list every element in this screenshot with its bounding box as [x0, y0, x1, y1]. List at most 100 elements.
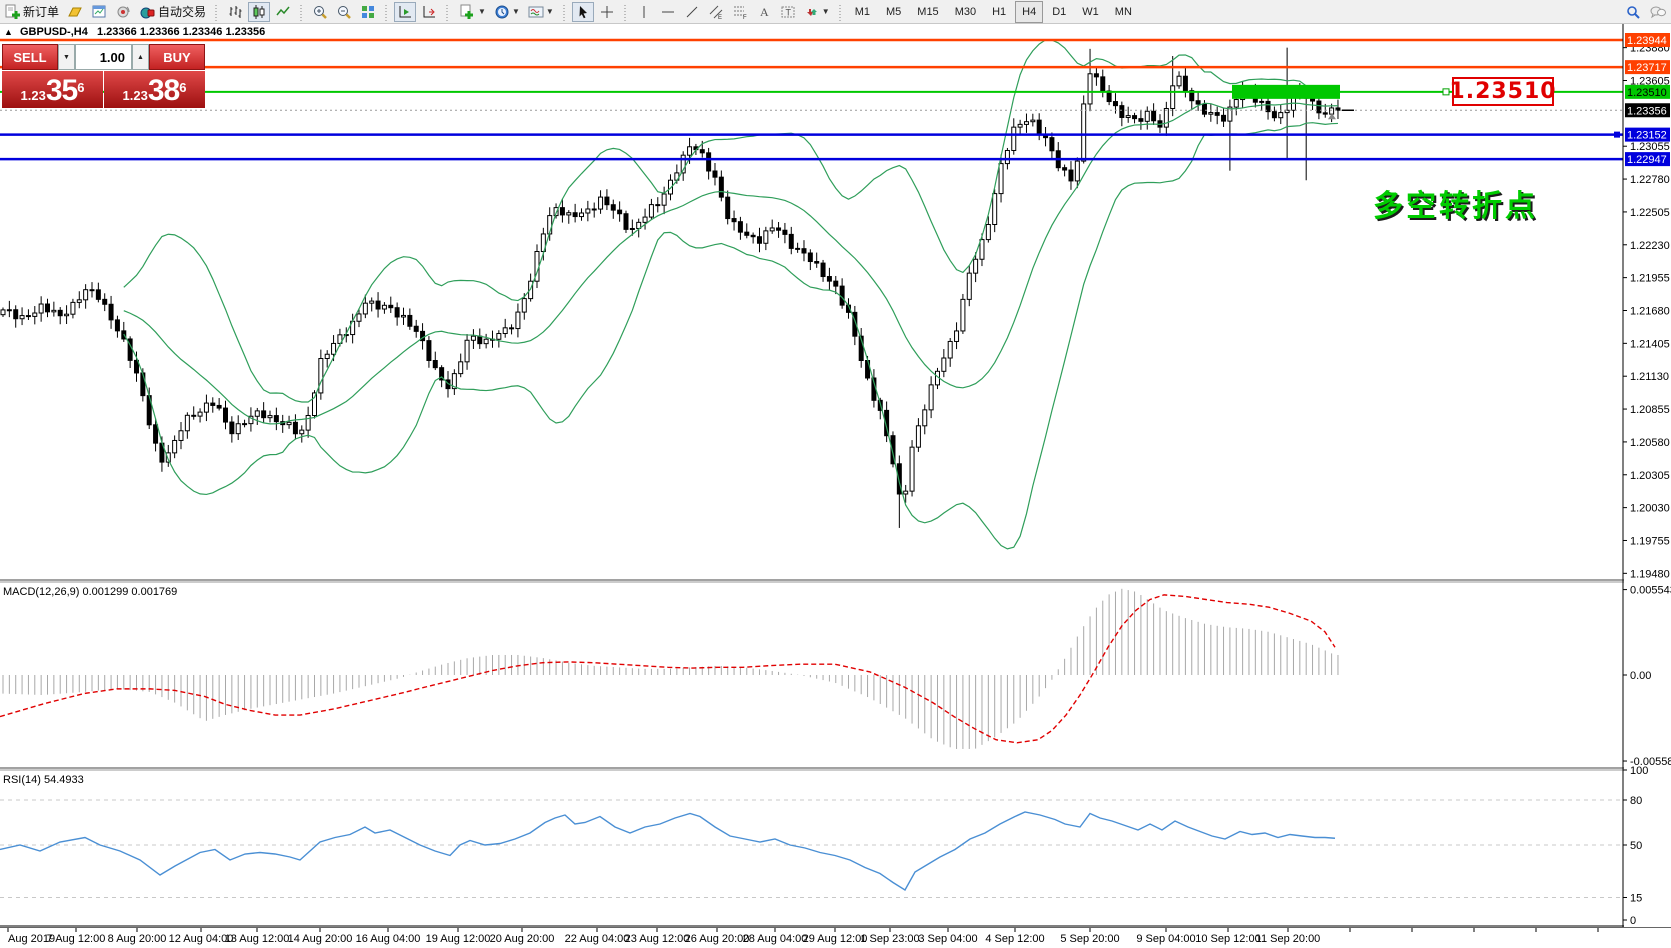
- chat-icon: [1649, 4, 1667, 20]
- time-tick-label: 7 Aug 12:00: [47, 933, 106, 945]
- time-tick-label: 10 Sep 12:00: [1195, 933, 1260, 945]
- buy-price-small: 1.23: [123, 86, 148, 106]
- crosshair-tool-button[interactable]: [596, 2, 618, 22]
- collapse-panel-arrow-icon[interactable]: ▲: [4, 27, 13, 37]
- line-chart-button[interactable]: [272, 2, 294, 22]
- time-tick-label: 5 Sep 20:00: [1060, 933, 1119, 945]
- price-tick-label: 1.19755: [1630, 535, 1670, 547]
- timeframe-button-m15[interactable]: M15: [910, 1, 945, 23]
- price-tick-label: 1.21680: [1630, 305, 1670, 317]
- timeframe-button-h4[interactable]: H4: [1015, 1, 1043, 23]
- price-tick-label: 1.19480: [1630, 568, 1670, 580]
- buy-price-display[interactable]: 1.23 38 6: [104, 71, 205, 108]
- cursor-tool-button[interactable]: [572, 2, 594, 22]
- toolbar-group-handle[interactable]: [837, 3, 844, 21]
- sell-price-small: 1.23: [21, 86, 46, 106]
- price-tick-label: 1.23055: [1630, 141, 1670, 153]
- new-order-label: 新订单: [23, 3, 59, 20]
- chart-shift-button[interactable]: [418, 2, 440, 22]
- text-label-tool-button[interactable]: T: [777, 2, 799, 22]
- volume-increase-button[interactable]: ▲: [132, 44, 149, 70]
- candlestick-chart-button[interactable]: [248, 2, 270, 22]
- toolbar-group-handle[interactable]: [561, 3, 568, 21]
- trendline-icon: [684, 4, 700, 20]
- price-badge-label: 1.23717: [1627, 62, 1667, 74]
- data-window-button[interactable]: [88, 2, 110, 22]
- time-tick-label: 28 Aug 04:00: [743, 933, 808, 945]
- sell-button[interactable]: SELL: [2, 44, 58, 70]
- arrows-tool-button[interactable]: ▼: [801, 2, 833, 22]
- chat-button[interactable]: [1646, 2, 1670, 22]
- tile-windows-button[interactable]: [357, 2, 379, 22]
- time-tick-label: 19 Aug 12:00: [426, 933, 491, 945]
- volume-decrease-button[interactable]: ▼: [58, 44, 75, 70]
- macd-indicator-label: MACD(12,26,9) 0.001299 0.001769: [3, 586, 177, 598]
- new-order-icon: [4, 4, 20, 20]
- price-tick-label: 1.22230: [1630, 240, 1670, 252]
- price-level-flag[interactable]: 1.23510: [1452, 77, 1554, 106]
- toolbar-group-handle[interactable]: [213, 3, 220, 21]
- navigator-button[interactable]: [112, 2, 134, 22]
- fibonacci-icon: F: [732, 4, 748, 20]
- buy-button[interactable]: BUY: [149, 44, 205, 70]
- autotrading-button[interactable]: 自动交易: [136, 2, 209, 22]
- axis-label: 80: [1630, 795, 1642, 807]
- toolbar-group-handle[interactable]: [383, 3, 390, 21]
- horizontal-line-tool-button[interactable]: [657, 2, 679, 22]
- templates-button[interactable]: ▼: [525, 2, 557, 22]
- hline-handle-square[interactable]: [1443, 89, 1449, 95]
- toolbar-group-handle[interactable]: [622, 3, 629, 21]
- axis-label: 0.00: [1630, 670, 1651, 682]
- timeframe-button-d1[interactable]: D1: [1045, 1, 1073, 23]
- templates-icon: [528, 4, 544, 20]
- vertical-line-tool-button[interactable]: [633, 2, 655, 22]
- time-tick-label: 4 Sep 12:00: [985, 933, 1044, 945]
- new-order-button[interactable]: 新订单: [1, 2, 62, 22]
- chart-canvas[interactable]: 1.238801.236051.230551.227801.225051.222…: [0, 0, 1671, 948]
- market-watch-button[interactable]: [64, 2, 86, 22]
- toolbar-group-handle[interactable]: [298, 3, 305, 21]
- dropdown-caret-icon: ▼: [546, 7, 554, 16]
- time-tick-label: 20 Aug 20:00: [490, 933, 555, 945]
- vertical-line-icon: [636, 4, 652, 20]
- fibonacci-tool-button[interactable]: F: [729, 2, 751, 22]
- price-tick-label: 1.20580: [1630, 437, 1670, 449]
- crosshair-icon: [599, 4, 615, 20]
- hline-handle-square[interactable]: [1614, 132, 1620, 138]
- trendline-tool-button[interactable]: [681, 2, 703, 22]
- search-icon: [1625, 4, 1641, 20]
- sell-price-display[interactable]: 1.23 35 6: [2, 71, 103, 108]
- search-button[interactable]: [1622, 2, 1644, 22]
- dropdown-caret-icon: ▼: [822, 7, 830, 16]
- svg-text:F: F: [743, 15, 747, 20]
- sell-price-big: 35: [46, 76, 77, 106]
- buy-price-sup: 6: [179, 73, 186, 103]
- volume-input[interactable]: 1.00: [75, 44, 132, 70]
- candlestick-icon: [251, 4, 267, 20]
- zoom-in-button[interactable]: [309, 2, 331, 22]
- timeframe-button-h1[interactable]: H1: [985, 1, 1013, 23]
- time-tick-label: 8 Aug 20:00: [108, 933, 167, 945]
- new-chart-button[interactable]: ▼: [455, 2, 489, 22]
- timeframe-button-m30[interactable]: M30: [948, 1, 983, 23]
- autotrading-icon: [139, 4, 155, 20]
- timeframe-button-m5[interactable]: M5: [879, 1, 908, 23]
- price-tick-label: 1.20030: [1630, 503, 1670, 515]
- profiles-button[interactable]: ▼: [491, 2, 523, 22]
- timeframe-button-m1[interactable]: M1: [848, 1, 877, 23]
- timeframe-button-mn[interactable]: MN: [1108, 1, 1139, 23]
- bar-chart-button[interactable]: [224, 2, 246, 22]
- auto-scroll-button[interactable]: [394, 2, 416, 22]
- chart-shift-icon: [421, 4, 437, 20]
- price-badge-label: 1.23944: [1627, 35, 1667, 47]
- timeframe-button-w1[interactable]: W1: [1075, 1, 1106, 23]
- toolbar-group-handle[interactable]: [444, 3, 451, 21]
- channel-tool-button[interactable]: E: [705, 2, 727, 22]
- text-tool-button[interactable]: A: [753, 2, 775, 22]
- market-watch-icon: [67, 4, 83, 20]
- sell-price-sup: 6: [77, 73, 84, 103]
- time-tick-label: 11 Sep 20:00: [1256, 933, 1321, 945]
- price-tick-label: 1.20855: [1630, 404, 1670, 416]
- symbol-title: GBPUSD-,H4: [20, 26, 88, 38]
- zoom-out-button[interactable]: [333, 2, 355, 22]
